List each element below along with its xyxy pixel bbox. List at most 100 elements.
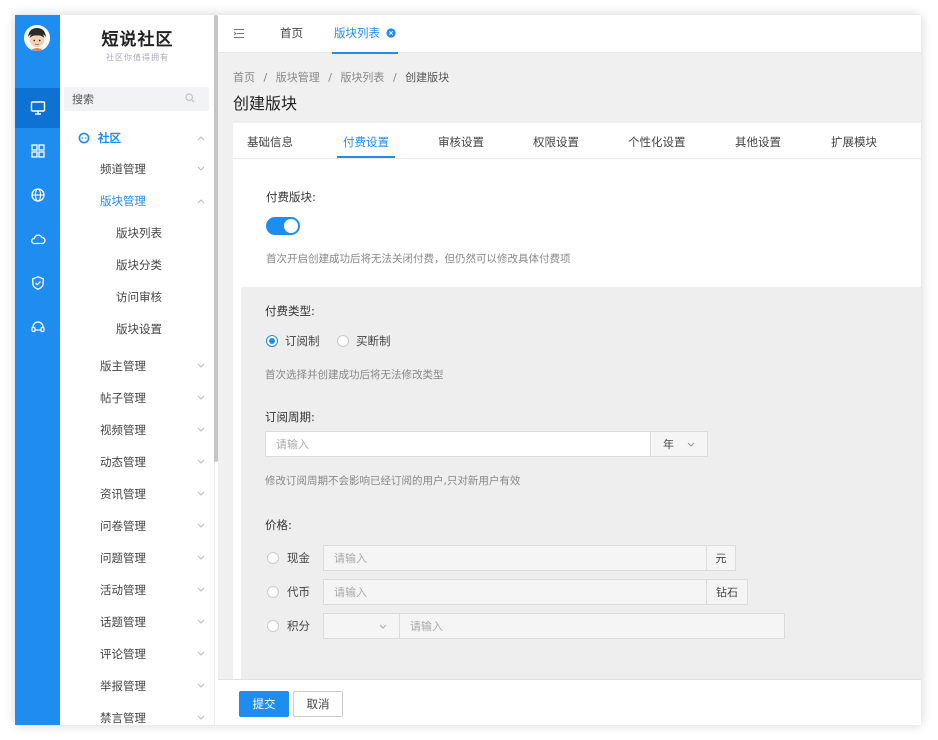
avatar[interactable]	[24, 25, 50, 51]
tab-other-settings[interactable]: 其他设置	[735, 134, 781, 150]
sidebar-item-label: 版块设置	[116, 322, 162, 336]
tab-home[interactable]: 首页	[280, 25, 303, 41]
submit-button[interactable]: 提交	[239, 691, 289, 717]
menu-toggle-icon[interactable]	[233, 28, 245, 39]
sidebar-item-survey[interactable]: 问卷管理	[60, 510, 214, 542]
radio-subscription[interactable]	[266, 335, 278, 347]
sidebar-item-mute[interactable]: 禁言管理	[60, 702, 214, 725]
chevron-down-icon	[197, 683, 205, 688]
tab-pay-settings[interactable]: 付费设置	[337, 134, 395, 158]
tab-board-list[interactable]: 版块列表	[332, 25, 398, 54]
sidebar-item-reports[interactable]: 举报管理	[60, 670, 214, 702]
rail-item-service[interactable]	[15, 307, 60, 347]
sidebar-item-access-review[interactable]: 访问审核	[60, 281, 214, 313]
sidebar-item-events[interactable]: 活动管理	[60, 574, 214, 606]
tab-review-settings[interactable]: 审核设置	[438, 134, 484, 150]
search-input[interactable]	[64, 87, 174, 111]
price-points-type-select[interactable]	[323, 613, 400, 639]
price-cash-label: 现金	[287, 551, 310, 565]
sidebar-item-label: 版主管理	[100, 359, 146, 373]
sidebar-item-board-manage[interactable]: 版块管理	[60, 185, 214, 217]
sidebar-item-board-category[interactable]: 版块分类	[60, 249, 214, 281]
period-unit-select[interactable]: 年	[650, 431, 708, 457]
radio-price-points[interactable]	[267, 620, 279, 632]
sidebar-item-topics[interactable]: 话题管理	[60, 606, 214, 638]
price-token-input[interactable]	[323, 579, 707, 605]
search-icon[interactable]	[185, 93, 195, 103]
sidebar-item-channel[interactable]: 频道管理	[60, 153, 214, 185]
chevron-down-icon	[197, 619, 205, 624]
cancel-button[interactable]: 取消	[293, 691, 343, 717]
sidebar-item-board-settings[interactable]: 版块设置	[60, 313, 214, 345]
paid-board-hint: 首次开启创建成功后将无法关闭付费，但仍然可以修改具体付费项	[266, 253, 571, 265]
sidebar-item-label: 禁言管理	[100, 711, 146, 725]
chevron-down-icon	[197, 427, 205, 432]
rail-item-cloud[interactable]	[15, 219, 60, 259]
sidebar-item-news[interactable]: 资讯管理	[60, 478, 214, 510]
rail-item-globe[interactable]	[15, 175, 60, 215]
tab-basic-info[interactable]: 基础信息	[247, 134, 293, 150]
shield-check-icon	[31, 276, 44, 290]
breadcrumb-separator: /	[392, 71, 397, 84]
sidebar-item-label: 频道管理	[100, 162, 146, 176]
paid-board-switch[interactable]	[266, 217, 300, 235]
rail-item-desktop[interactable]	[15, 88, 60, 128]
price-cash-input[interactable]	[323, 545, 707, 571]
close-icon[interactable]	[386, 28, 396, 38]
breadcrumb-item[interactable]: 版块管理	[276, 71, 320, 84]
rail-item-apps[interactable]	[15, 131, 60, 171]
chevron-down-icon	[197, 587, 205, 592]
main-area: 首页 版块列表 首页 / 版块管理 / 版块列表 / 创建版块 创建版块 基础信…	[218, 15, 921, 725]
tab-personalize-settings[interactable]: 个性化设置	[628, 134, 686, 150]
sidebar-item-videos[interactable]: 视频管理	[60, 414, 214, 446]
avatar-face-icon	[24, 25, 50, 51]
chevron-down-icon	[197, 651, 205, 656]
rail-item-shield[interactable]	[15, 263, 60, 303]
tab-extension-modules[interactable]: 扩展模块	[831, 134, 877, 150]
price-points-label: 积分	[287, 619, 310, 633]
radio-subscription-label[interactable]: 订阅制	[285, 333, 320, 349]
topbar: 首页 版块列表	[218, 15, 921, 54]
chevron-down-icon	[197, 363, 205, 368]
period-hint: 修改订阅周期不会影响已经订阅的用户,只对新用户有效	[265, 475, 521, 487]
sidebar-item-label: 视频管理	[100, 423, 146, 437]
app-window: 短说社区 社区你值得拥有 社区 频道管理 版块管理 版块列表 版块分类 访问审核	[15, 15, 921, 725]
chevron-down-icon	[197, 523, 205, 528]
logo[interactable]: 短说社区 社区你值得拥有	[60, 25, 214, 63]
breadcrumb-separator: /	[328, 71, 332, 84]
chevron-down-icon	[197, 166, 205, 171]
pay-type-hint: 首次选择并创建成功后将无法修改类型	[265, 369, 444, 381]
sidebar-item-label: 版块分类	[116, 258, 162, 272]
sidebar-item-posts[interactable]: 帖子管理	[60, 382, 214, 414]
paid-board-label: 付费版块:	[266, 190, 316, 204]
sidebar-item-moments[interactable]: 动态管理	[60, 446, 214, 478]
page-title: 创建版块	[233, 94, 298, 113]
radio-price-cash[interactable]	[267, 552, 279, 564]
sidebar-item-board-list[interactable]: 版块列表	[60, 217, 214, 249]
breadcrumb-item[interactable]: 首页	[233, 71, 255, 84]
chevron-up-icon	[197, 136, 205, 141]
chat-icon	[78, 132, 90, 144]
sidebar-item-label: 活动管理	[100, 583, 146, 597]
grid-icon	[30, 144, 45, 158]
sidebar-item-label: 版块列表	[116, 226, 162, 240]
sidebar-item-comments[interactable]: 评论管理	[60, 638, 214, 670]
sidebar-section-label: 社区	[98, 131, 121, 145]
sidebar-item-label: 访问审核	[116, 290, 162, 304]
sidebar-item-moderator[interactable]: 版主管理	[60, 350, 214, 382]
price-token-unit: 钻石	[706, 579, 748, 605]
form-footer: 提交 取消	[218, 679, 921, 725]
radio-buyout[interactable]	[337, 335, 349, 347]
monitor-icon	[30, 101, 45, 115]
period-input[interactable]	[265, 431, 651, 457]
radio-price-token[interactable]	[267, 586, 279, 598]
sidebar-item-label: 问卷管理	[100, 519, 146, 533]
cloud-icon	[30, 234, 46, 245]
radio-buyout-label[interactable]: 买断制	[356, 333, 391, 349]
sidebar-item-questions[interactable]: 问题管理	[60, 542, 214, 574]
tab-permission-settings[interactable]: 权限设置	[533, 134, 579, 150]
sidebar-item-label: 资讯管理	[100, 487, 146, 501]
breadcrumb-item[interactable]: 版块列表	[340, 71, 384, 84]
price-points-input[interactable]	[399, 613, 785, 639]
sidebar-section-community[interactable]: 社区	[60, 122, 214, 154]
